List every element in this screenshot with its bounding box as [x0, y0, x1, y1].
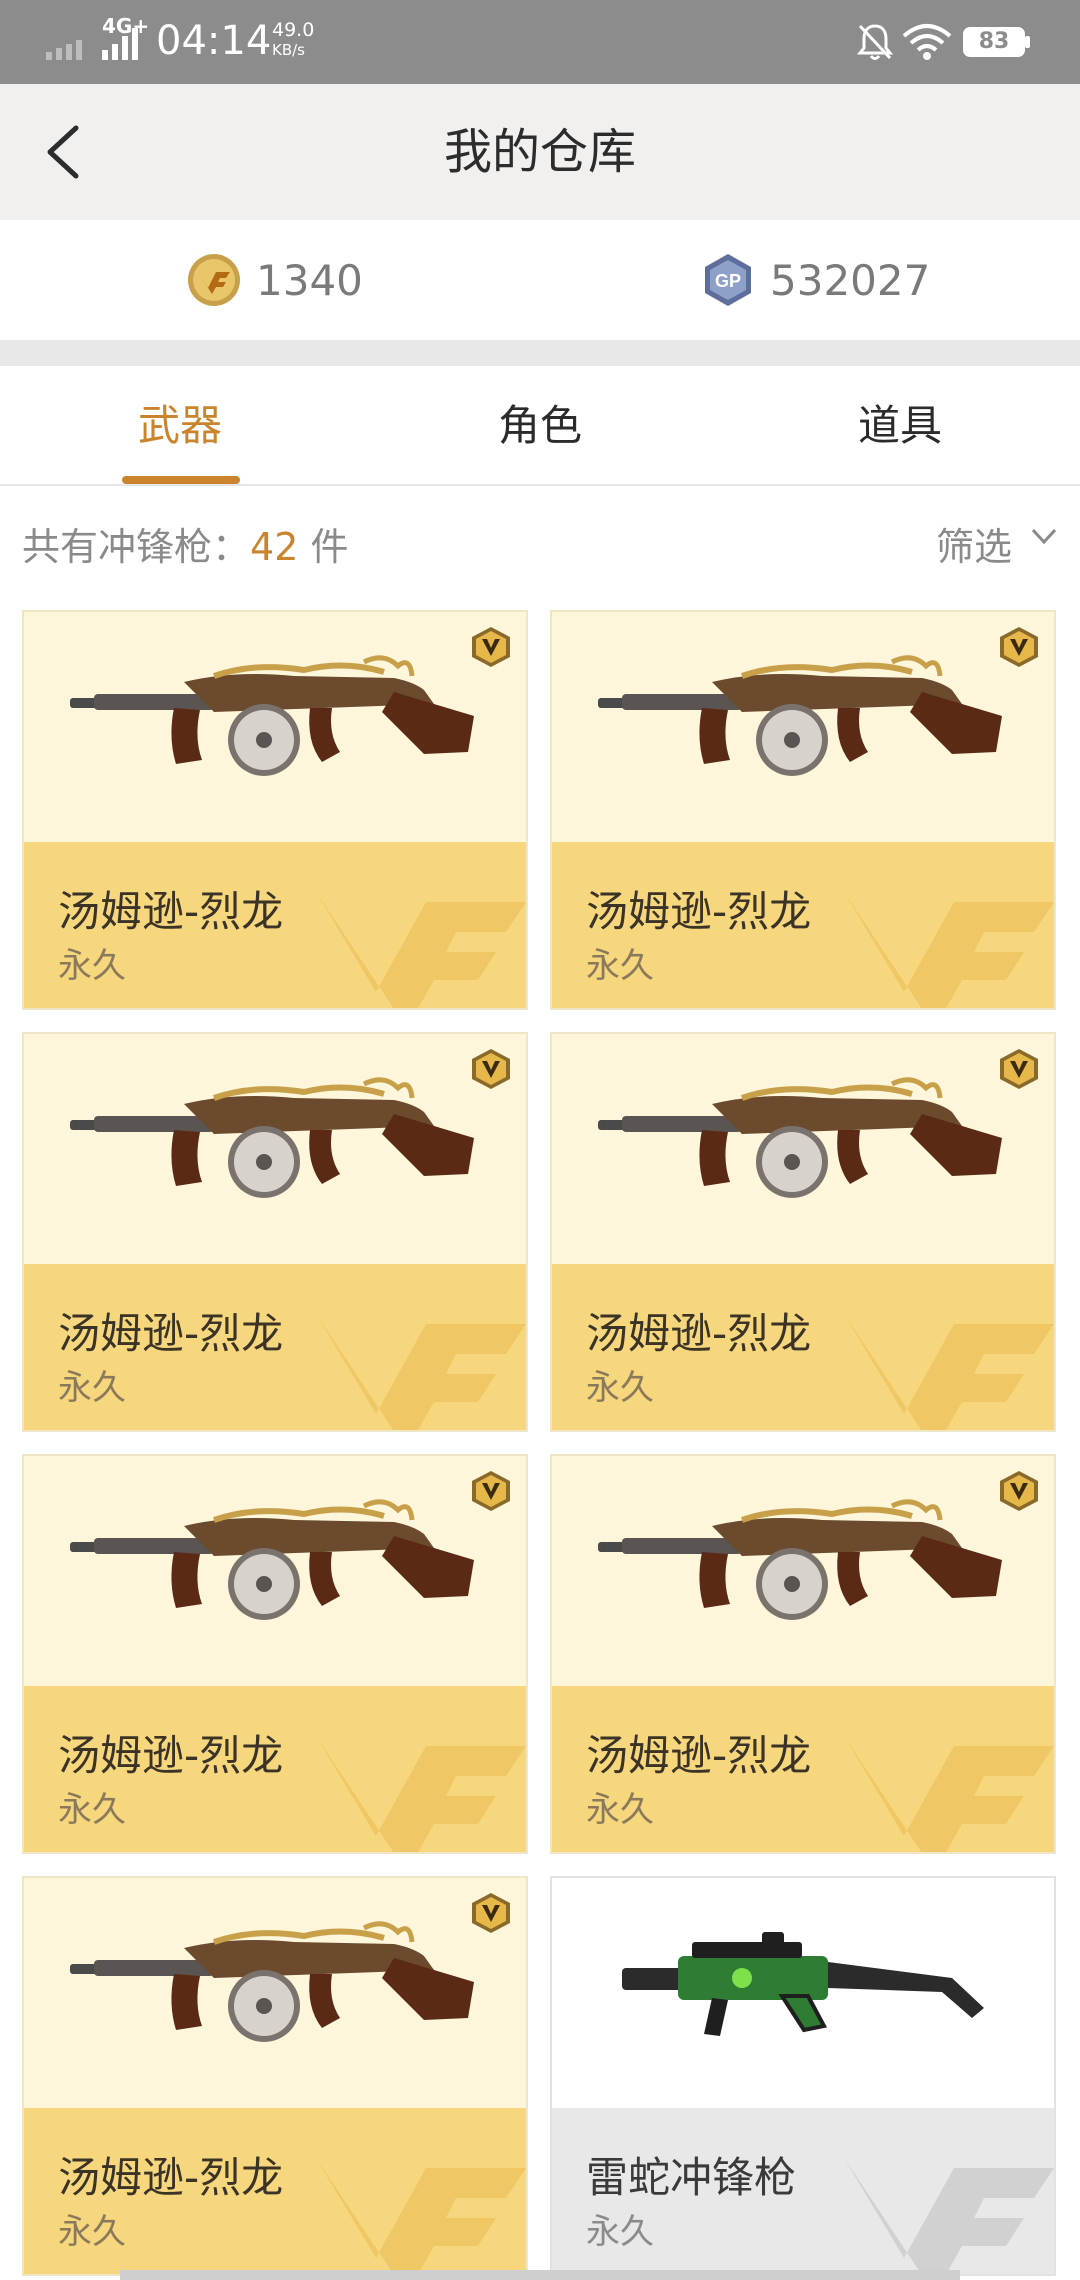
- vip-badge-icon: [1000, 1471, 1038, 1511]
- cf-points: 1340: [186, 250, 363, 310]
- item-image-area: [552, 1456, 1054, 1686]
- vip-badge-icon: [472, 627, 510, 667]
- status-bar: 4G+ 04:14 49.0 KB/s 83: [0, 0, 1080, 84]
- item-duration: 永久: [58, 2212, 126, 2252]
- item-image-area: [552, 612, 1054, 842]
- item-info: 汤姆逊-烈龙永久: [24, 2108, 526, 2274]
- item-name: 汤姆逊-烈龙: [586, 1309, 812, 1358]
- item-info: 汤姆逊-烈龙永久: [24, 842, 526, 1008]
- item-count: 共有冲锋枪：42 件: [22, 516, 348, 571]
- item-card[interactable]: 汤姆逊-烈龙永久: [550, 1032, 1056, 1432]
- item-duration: 永久: [58, 1790, 126, 1830]
- item-duration: 永久: [586, 2212, 654, 2252]
- bell-off-icon: [856, 24, 894, 60]
- item-card[interactable]: 雷蛇冲锋枪 永久: [550, 1876, 1056, 2276]
- cf-watermark-icon: [844, 1314, 1054, 1430]
- cf-points-value: 1340: [256, 255, 363, 305]
- item-name: 汤姆逊-烈龙: [586, 1731, 812, 1780]
- vip-badge-icon: [472, 1049, 510, 1089]
- cf-watermark-icon: [316, 2158, 526, 2274]
- wifi-icon: [902, 24, 952, 60]
- item-info: 汤姆逊-烈龙永久: [552, 1686, 1054, 1852]
- active-tab-indicator: [122, 476, 240, 484]
- cf-coin-icon: [188, 254, 240, 306]
- item-info: 汤姆逊-烈龙永久: [24, 1686, 526, 1852]
- category-tabs: 武器 角色 道具: [0, 366, 1080, 486]
- gp-value: 532027: [770, 255, 931, 305]
- thompson-dragon-image: [70, 1921, 474, 2042]
- item-info: 汤姆逊-烈龙永久: [24, 1264, 526, 1430]
- filter-button[interactable]: 筛选: [936, 516, 1012, 571]
- item-image-area: [24, 1034, 526, 1264]
- item-name: 汤姆逊-烈龙: [586, 887, 812, 936]
- gp-coin-icon: GP: [705, 254, 751, 306]
- vip-badge-icon: [472, 1893, 510, 1933]
- item-card[interactable]: 汤姆逊-烈龙永久: [22, 1454, 528, 1854]
- item-image-area: [24, 1878, 526, 2108]
- item-card[interactable]: 汤姆逊-烈龙永久: [550, 1454, 1056, 1854]
- network-type: 4G+: [102, 14, 150, 38]
- count-label: 共有冲锋枪：: [22, 525, 251, 569]
- divider: [0, 340, 1080, 366]
- item-card[interactable]: 汤姆逊-烈龙永久: [22, 610, 528, 1010]
- item-duration: 永久: [586, 1790, 654, 1830]
- item-duration: 永久: [58, 1368, 126, 1408]
- item-card[interactable]: 汤姆逊-烈龙永久: [22, 1876, 528, 2276]
- thompson-dragon-image: [598, 1077, 1002, 1198]
- speed-unit: KB/s: [272, 41, 305, 59]
- item-name: 汤姆逊-烈龙: [58, 887, 284, 936]
- item-card[interactable]: 汤姆逊-烈龙永久: [550, 610, 1056, 1010]
- item-image-area: [552, 1878, 1054, 2108]
- chevron-down-icon[interactable]: [1030, 522, 1058, 550]
- page-title: 我的仓库: [443, 124, 636, 180]
- cf-watermark-icon: [844, 1736, 1054, 1852]
- app-header: 我的仓库: [0, 84, 1080, 220]
- network-speed: 49.0 KB/s: [272, 20, 314, 60]
- currency-bar: 1340 GP 532027: [0, 220, 1080, 340]
- thompson-dragon-image: [70, 1499, 474, 1620]
- count-unit: 件: [310, 525, 349, 569]
- cf-watermark-icon: [316, 1314, 526, 1430]
- thompson-dragon-image: [598, 655, 1002, 776]
- count-row: 共有冲锋枪：42 件 筛选: [0, 488, 1080, 598]
- item-info: 汤姆逊-烈龙永久: [552, 1264, 1054, 1430]
- razer-smg-image: [622, 1932, 984, 2036]
- speed-value: 49.0: [272, 19, 315, 41]
- item-name: 汤姆逊-烈龙: [58, 1309, 284, 1358]
- tab-item[interactable]: 道具: [720, 366, 1080, 486]
- thompson-dragon-image: [70, 655, 474, 776]
- vip-badge-icon: [1000, 627, 1038, 667]
- cf-watermark-icon: [316, 892, 526, 1008]
- cf-watermark-icon: [844, 2158, 1054, 2274]
- cf-watermark-icon: [316, 1736, 526, 1852]
- back-arrow-icon[interactable]: [36, 114, 96, 190]
- item-image-area: [24, 1456, 526, 1686]
- item-name: 汤姆逊-烈龙: [58, 1731, 284, 1780]
- thompson-dragon-image: [70, 1077, 474, 1198]
- tab-weapon[interactable]: 武器: [0, 366, 360, 486]
- clock: 04:14: [156, 18, 272, 64]
- battery-level: 83: [978, 29, 1010, 54]
- item-info: 汤姆逊-烈龙永久: [552, 842, 1054, 1008]
- thompson-dragon-image: [598, 1499, 1002, 1620]
- item-image-area: [24, 612, 526, 842]
- item-card[interactable]: 汤姆逊-烈龙永久: [22, 1032, 528, 1432]
- vip-badge-icon: [472, 1471, 510, 1511]
- item-image-area: [552, 1034, 1054, 1264]
- gp-icon-label: GP: [715, 271, 741, 291]
- tab-role[interactable]: 角色: [360, 366, 720, 486]
- item-name: 雷蛇冲锋枪: [586, 2153, 797, 2202]
- item-duration: 永久: [586, 1368, 654, 1408]
- scroll-indicator: [120, 2270, 960, 2280]
- count-value: 42: [250, 525, 299, 569]
- gp-balance: GP 532027: [700, 250, 930, 310]
- item-duration: 永久: [58, 946, 126, 986]
- cf-watermark-icon: [844, 892, 1054, 1008]
- vip-badge-icon: [1000, 1049, 1038, 1089]
- item-info: 雷蛇冲锋枪 永久: [552, 2108, 1054, 2274]
- item-duration: 永久: [586, 946, 654, 986]
- item-name: 汤姆逊-烈龙: [58, 2153, 284, 2202]
